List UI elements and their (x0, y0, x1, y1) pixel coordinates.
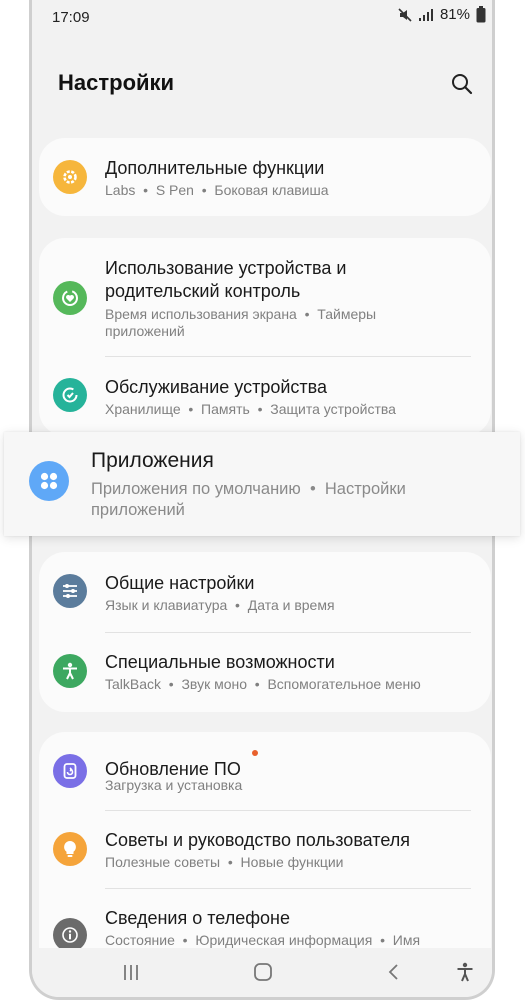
item-subtitle: Состояние • Юридическая информация • Имя (105, 932, 421, 948)
info-icon (53, 918, 87, 952)
card-settings: Общие настройки Язык и клавиатура • Дата… (39, 552, 491, 712)
home-button[interactable] (252, 961, 274, 988)
item-title: Сведения о телефоне (105, 908, 290, 928)
item-tips[interactable]: Советы и руководство пользователя Полезн… (39, 810, 491, 888)
item-title-line2: родительский контроль (105, 281, 301, 301)
home-icon (254, 963, 272, 981)
sliders-icon (53, 574, 87, 608)
item-digital-wellbeing[interactable]: Использование устройства и родительский … (39, 238, 491, 356)
item-device-care[interactable]: Обслуживание устройства Хранилище • Памя… (39, 356, 491, 436)
search-button[interactable] (448, 70, 476, 98)
item-subtitle: Язык и клавиатура • Дата и время (105, 597, 335, 613)
accessibility-button-icon (457, 962, 473, 982)
item-subtitle-line2: приложений (105, 323, 185, 339)
status-bar: 17:09 81% (32, 0, 492, 34)
item-title: Дополнительные функции (105, 158, 325, 178)
item-subtitle-line1: Время использования экрана • Таймеры (105, 306, 377, 322)
item-subtitle: Хранилище • Память • Защита устройства (105, 401, 396, 417)
search-icon (452, 74, 473, 95)
status-time: 17:09 (52, 9, 90, 26)
item-subtitle: Полезные советы • Новые функции (105, 854, 344, 870)
item-software-update[interactable]: Обновление ПО Загрузка и установка (39, 732, 491, 810)
gear-plus-icon (53, 160, 87, 194)
item-title: Общие настройки (105, 573, 255, 593)
item-title: Специальные возможности (105, 652, 335, 672)
item-title-line1: Использование устройства и (105, 258, 347, 278)
notification-dot (252, 750, 258, 756)
card-device: Использование устройства и родительский … (39, 238, 491, 436)
item-subtitle-line1: Приложения по умолчанию • Настройки (91, 480, 406, 498)
mute-icon (398, 7, 412, 22)
battery-text: 81% (439, 6, 470, 23)
item-subtitle: Загрузка и установка (105, 777, 243, 793)
item-advanced-features[interactable]: Дополнительные функции Labs • S Pen • Бо… (39, 138, 491, 216)
item-apps-highlighted[interactable]: Приложения Приложения по умолчанию • Нас… (4, 432, 520, 536)
app-grid-icon (29, 461, 69, 501)
recent-apps-icon (124, 965, 138, 980)
accessibility-person-icon (53, 654, 87, 688)
navigation-bar (32, 948, 492, 997)
card-advanced: Дополнительные функции Labs • S Pen • Бо… (39, 138, 491, 216)
back-icon (388, 964, 398, 980)
card-info: Обновление ПО Загрузка и установка Совет… (39, 732, 491, 982)
back-button[interactable] (384, 961, 404, 988)
item-subtitle-line2: приложений (91, 501, 185, 519)
item-accessibility[interactable]: Специальные возможности TalkBack • Звук … (39, 632, 491, 712)
accessibility-button[interactable] (454, 961, 476, 988)
status-icons: 81% (398, 6, 486, 23)
recent-apps-button[interactable] (121, 961, 141, 988)
refresh-care-icon (53, 378, 87, 412)
lightbulb-icon (53, 832, 87, 866)
item-subtitle: TalkBack • Звук моно • Вспомогательное м… (105, 676, 421, 692)
item-subtitle: Приложения по умолчанию • Настройки прил… (91, 479, 471, 521)
item-title: Приложения (91, 449, 214, 472)
item-general-management[interactable]: Общие настройки Язык и клавиатура • Дата… (39, 552, 491, 632)
item-title: Обслуживание устройства (105, 377, 328, 397)
item-title: Советы и руководство пользователя (105, 830, 410, 850)
system-update-icon (53, 754, 87, 788)
item-subtitle: Labs • S Pen • Боковая клавиша (105, 182, 329, 198)
page-title: Настройки (58, 70, 175, 95)
heart-cycle-icon (53, 281, 87, 315)
battery-icon (476, 6, 486, 23)
signal-icon (418, 8, 434, 22)
